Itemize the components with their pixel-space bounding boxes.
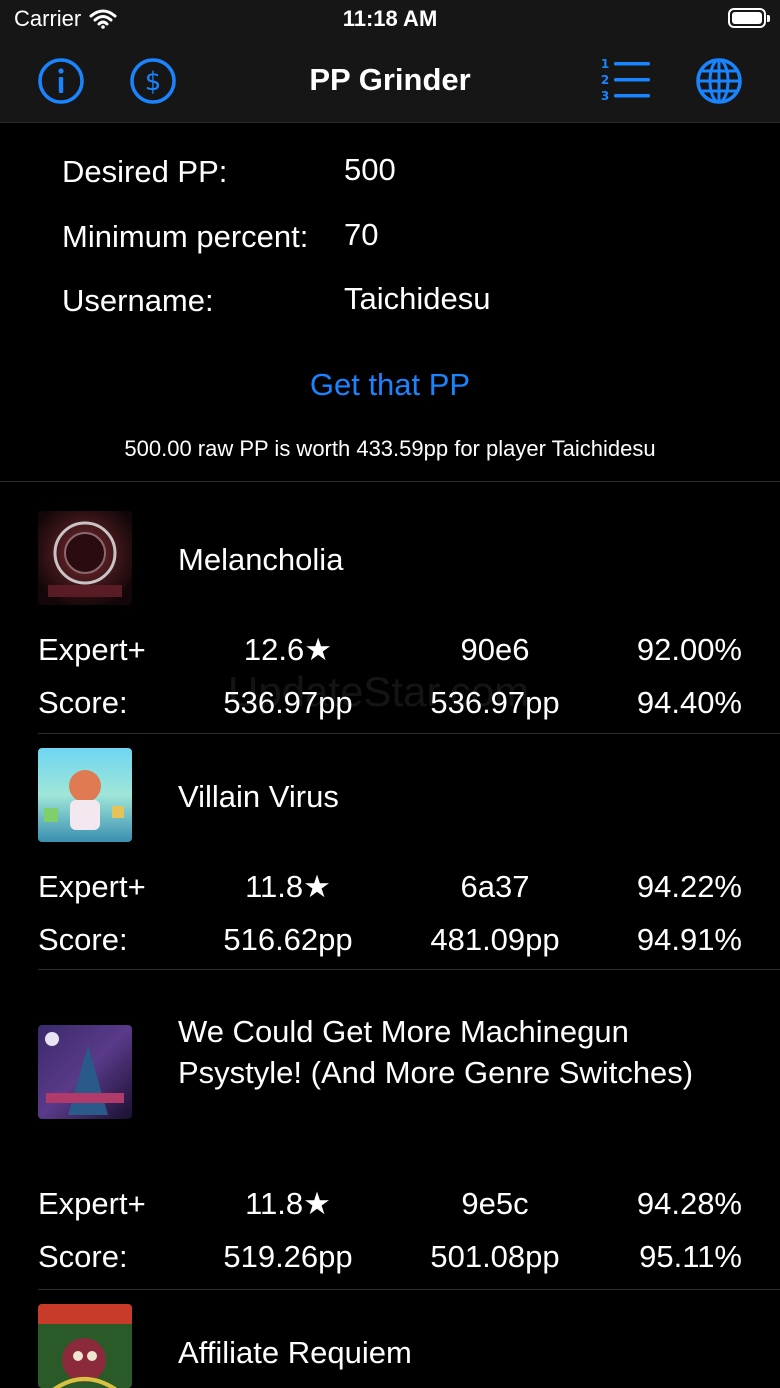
divider: [38, 733, 780, 734]
difficulty-label: Expert+: [38, 869, 146, 904]
score-label: Score:: [38, 922, 128, 957]
song-title: Villain Virus: [178, 779, 339, 814]
desired-pp-field[interactable]: 500: [344, 152, 396, 188]
difficulty-row: Expert+ 11.8★ 9e5c 94.28%: [0, 1186, 780, 1226]
page-title: PP Grinder: [309, 62, 471, 97]
globe-icon: [696, 58, 742, 104]
score-label: Score:: [38, 1239, 128, 1274]
difficulty-row: Expert+ 11.8★ 6a37 94.22%: [0, 869, 780, 909]
difficulty-label: Expert+: [38, 1186, 146, 1221]
list-item[interactable]: Melancholia Expert+ 12.6★ 90e6 92.00% Sc…: [0, 510, 780, 734]
navigation-bar: $ PP Grinder 1 2 3: [0, 40, 780, 123]
map-hash: 90e6: [460, 632, 530, 667]
song-cover-image: [38, 511, 132, 605]
weighted-pp: 536.97pp: [430, 685, 560, 720]
score-row: Score: 516.62pp 481.09pp 94.91%: [0, 922, 780, 962]
required-accuracy: 94.28%: [636, 1186, 742, 1221]
weighted-pp: 501.08pp: [430, 1239, 560, 1274]
star-rating: 11.8★: [245, 869, 331, 904]
song-title: Affiliate Requiem: [178, 1335, 412, 1370]
divider: [38, 1289, 780, 1290]
map-hash: 9e5c: [461, 1186, 529, 1221]
score-percent: 94.91%: [636, 922, 742, 957]
get-pp-button[interactable]: Get that PP: [0, 367, 780, 403]
svg-text:3: 3: [601, 89, 609, 103]
pp-summary: 500.00 raw PP is worth 433.59pp for play…: [124, 436, 656, 461]
list-item[interactable]: We Could Get More Machinegun Psystyle! (…: [0, 970, 780, 1290]
minimum-percent-field[interactable]: 70: [344, 217, 378, 253]
list-item[interactable]: Affiliate Requiem: [0, 1303, 780, 1388]
song-title: We Could Get More Machinegun Psystyle! (…: [178, 1014, 694, 1090]
required-accuracy: 94.22%: [636, 869, 742, 904]
star-rating: 12.6★: [243, 632, 333, 667]
song-cover-image: [38, 748, 132, 842]
battery-icon: [728, 8, 770, 28]
username-label: Username:: [62, 283, 214, 318]
song-cover-image: [38, 1304, 132, 1388]
difficulty-row: Expert+ 12.6★ 90e6 92.00%: [0, 632, 780, 672]
svg-text:2: 2: [601, 73, 609, 87]
song-cover-image: [38, 1025, 132, 1119]
ranked-list-button[interactable]: 1 2 3: [600, 56, 650, 106]
score-row: Score: 536.97pp 536.97pp 94.40%: [0, 685, 780, 725]
numbered-list-icon: 1 2 3: [601, 57, 650, 103]
desired-pp-label: Desired PP:: [62, 154, 228, 189]
list-item[interactable]: Villain Virus Expert+ 11.8★ 6a37 94.22% …: [0, 747, 780, 971]
score-row: Score: 519.26pp 501.08pp 95.11%: [0, 1239, 780, 1279]
song-title: Melancholia: [178, 542, 344, 577]
status-bar: Carrier 11:18 AM: [0, 0, 780, 40]
minimum-percent-label: Minimum percent:: [62, 219, 309, 254]
status-time: 11:18 AM: [342, 6, 438, 31]
star-rating: 11.8★: [245, 1186, 331, 1221]
score-percent: 95.11%: [639, 1239, 742, 1274]
score-percent: 94.40%: [636, 685, 742, 720]
score-label: Score:: [38, 685, 128, 720]
map-hash: 6a37: [460, 869, 530, 904]
weighted-pp: 481.09pp: [430, 922, 560, 957]
svg-text:1: 1: [601, 57, 609, 71]
required-accuracy: 92.00%: [636, 632, 742, 667]
pp-form: Desired PP: 500 Minimum percent: 70 User…: [0, 123, 780, 482]
username-field[interactable]: Taichidesu: [344, 281, 490, 317]
raw-pp: 519.26pp: [223, 1239, 353, 1274]
globe-button[interactable]: [694, 56, 744, 106]
difficulty-label: Expert+: [38, 632, 146, 667]
raw-pp: 536.97pp: [223, 685, 353, 720]
raw-pp: 516.62pp: [223, 922, 353, 957]
